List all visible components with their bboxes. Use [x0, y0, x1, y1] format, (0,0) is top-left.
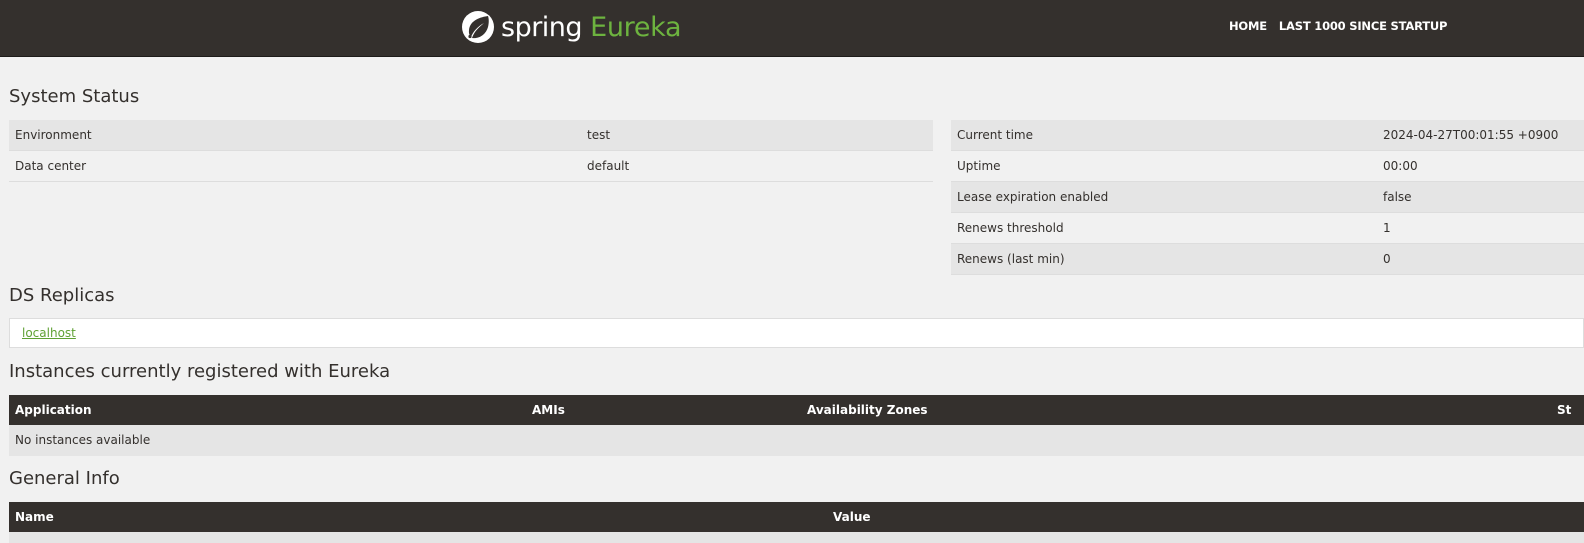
status-value-current-time: 2024-04-27T00:01:55 +0900 [1377, 120, 1584, 151]
column-header-status: St [1557, 403, 1572, 417]
table-row: Current time 2024-04-27T00:01:55 +0900 [951, 120, 1584, 151]
ds-replicas-title: DS Replicas [9, 285, 115, 306]
env-key-environment: Environment [9, 120, 581, 151]
column-header-application: Application [15, 403, 92, 417]
status-key-renews-threshold: Renews threshold [951, 212, 1377, 244]
nav-last-1000-link[interactable]: LAST 1000 SINCE STARTUP [1279, 19, 1448, 33]
system-status-title: System Status [9, 86, 140, 107]
status-key-renews-last-min: Renews (last min) [951, 243, 1377, 275]
instances-empty-message: No instances available [15, 433, 151, 447]
env-value-environment: test [581, 120, 933, 151]
general-info-table-header: Name Value [9, 502, 1584, 532]
status-key-uptime: Uptime [951, 150, 1377, 182]
top-navbar: spring Eureka HOME LAST 1000 SINCE START… [0, 0, 1584, 57]
spring-leaf-icon [462, 11, 494, 43]
table-row: Renews (last min) 0 [951, 243, 1584, 275]
brand-eureka-text: Eureka [590, 11, 682, 43]
table-row: Renews threshold 1 [951, 212, 1584, 244]
brand-logo-link[interactable]: spring Eureka [461, 9, 682, 45]
status-key-current-time: Current time [951, 120, 1377, 151]
env-key-data-center: Data center [9, 150, 581, 182]
brand-spring-text: spring [501, 11, 583, 43]
status-value-renews-last-min: 0 [1377, 243, 1584, 275]
column-header-value: Value [833, 510, 871, 524]
status-value-uptime: 00:00 [1377, 150, 1584, 182]
ds-replicas-list: localhost [9, 318, 1584, 348]
table-row: Environment test [9, 120, 933, 151]
instances-title: Instances currently registered with Eure… [9, 361, 391, 382]
table-row: Lease expiration enabled false [951, 181, 1584, 213]
instances-table-header: Application AMIs Availability Zones St [9, 395, 1584, 425]
nav-home-link[interactable]: HOME [1229, 19, 1267, 33]
environment-table: Environment test Data center default [9, 120, 933, 182]
env-value-data-center: default [581, 150, 933, 182]
general-info-title: General Info [9, 468, 120, 489]
column-header-name: Name [15, 510, 54, 524]
replica-link-localhost[interactable]: localhost [22, 326, 76, 340]
table-row: Data center default [9, 150, 933, 182]
nav-links: HOME LAST 1000 SINCE STARTUP [1229, 19, 1447, 33]
column-header-amis: AMIs [532, 403, 565, 417]
status-key-lease-expiration: Lease expiration enabled [951, 181, 1377, 213]
instances-empty-row: No instances available [9, 425, 1584, 456]
status-value-renews-threshold: 1 [1377, 212, 1584, 244]
column-header-availability-zones: Availability Zones [807, 403, 928, 417]
table-row: Uptime 00:00 [951, 150, 1584, 182]
status-value-lease-expiration: false [1377, 181, 1584, 213]
general-info-first-row [9, 532, 1584, 543]
runtime-status-table: Current time 2024-04-27T00:01:55 +0900 U… [951, 120, 1584, 275]
